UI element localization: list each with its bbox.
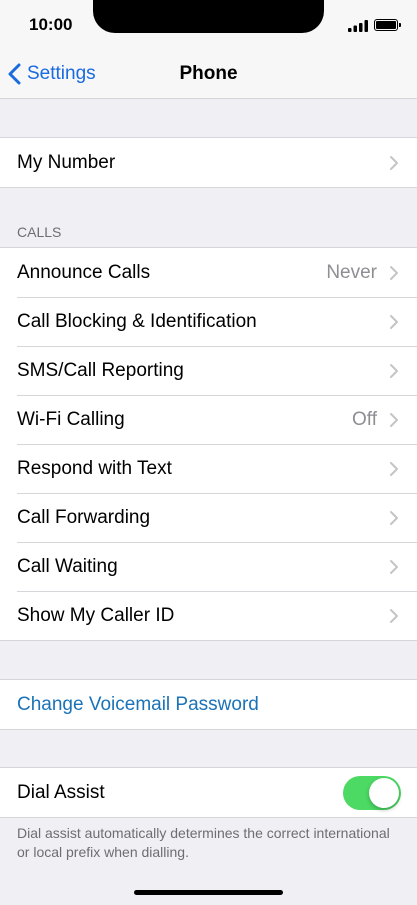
row-value: Off [352,408,377,430]
row-announce-calls[interactable]: Announce Calls Never [0,248,417,297]
row-label: My Number [17,151,116,173]
row-label: SMS/Call Reporting [17,359,184,381]
link-label: Change Voicemail Password [17,693,259,715]
chevron-right-icon [390,314,398,329]
notch [93,0,324,33]
row-dial-assist: Dial Assist [0,768,417,817]
page-title: Phone [179,63,238,84]
dial-assist-group: Dial Assist [0,767,417,818]
row-label: Call Forwarding [17,506,151,528]
chevron-right-icon [390,461,398,476]
status-bar: 10:00 [0,0,417,50]
toggle-knob [369,778,399,808]
status-time: 10:00 [29,15,73,34]
row-label: Respond with Text [17,457,172,479]
row-value: Never [326,261,377,283]
section-header-calls: CALLS [17,224,62,240]
chevron-right-icon [390,155,398,170]
row-label: Call Blocking & Identification [17,310,257,332]
row-call-waiting[interactable]: Call Waiting [0,542,417,591]
row-respond-with-text[interactable]: Respond with Text [0,444,417,493]
row-show-my-caller-id[interactable]: Show My Caller ID [0,591,417,640]
row-call-forwarding[interactable]: Call Forwarding [0,493,417,542]
row-label: Call Waiting [17,555,118,577]
calls-group: Announce Calls Never Call Blocking & Ide… [0,247,417,641]
signal-icon [348,20,368,32]
chevron-right-icon [390,608,398,623]
chevron-right-icon [390,559,398,574]
row-label: Show My Caller ID [17,604,175,626]
chevron-right-icon [390,265,398,280]
row-call-blocking[interactable]: Call Blocking & Identification [0,297,417,346]
row-my-number[interactable]: My Number [0,138,417,187]
chevron-right-icon [390,412,398,427]
voicemail-group: Change Voicemail Password [0,679,417,730]
row-wifi-calling[interactable]: Wi-Fi Calling Off [0,395,417,444]
my-number-group: My Number [0,137,417,188]
change-voicemail-password-link[interactable]: Change Voicemail Password [0,680,417,729]
row-label: Announce Calls [17,261,151,283]
chevron-right-icon [390,510,398,525]
row-sms-call-reporting[interactable]: SMS/Call Reporting [0,346,417,395]
dial-assist-footer: Dial assist automatically determines the… [17,825,390,860]
navigation-bar: Settings Phone [0,50,417,99]
home-indicator[interactable] [134,890,283,895]
row-label: Wi-Fi Calling [17,408,125,430]
dial-assist-toggle[interactable] [343,776,401,810]
battery-icon [374,19,401,31]
chevron-right-icon [390,363,398,378]
